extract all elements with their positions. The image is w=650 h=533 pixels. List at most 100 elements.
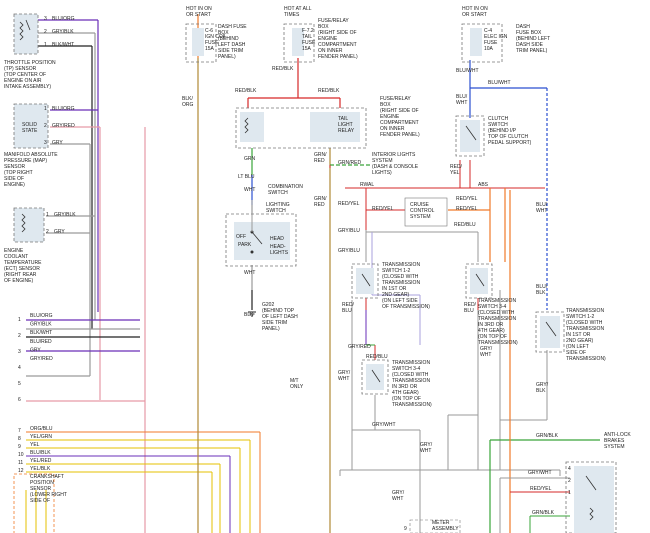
tp-pin-1: 2 [44, 29, 47, 35]
hot-label-2-1: TIMES [284, 12, 300, 18]
ect-pin-1: 2 [46, 229, 49, 235]
clutch-switch [455, 115, 485, 157]
interior-lights-label-3: LIGHTS) [372, 170, 392, 176]
wire-label-blu-blk-1: BLK [536, 290, 546, 296]
wire-label-blk: BLK [244, 312, 254, 318]
wire-label-gry-wht-c-1: WHT [420, 448, 431, 454]
map-wire-label-0: BLU/ORG [52, 106, 75, 112]
hot-label-1-1: OR START [186, 12, 211, 18]
fuse-c6-label-3: 15A [205, 46, 215, 52]
wire-label-red-blk-1: RED/BLK [272, 66, 294, 72]
tp-pin-2: 1 [44, 42, 47, 48]
bus2-num-1: 8 [18, 436, 21, 442]
ckp-label-4: SIDE OF [30, 498, 50, 504]
map-sensor-label-5: ENGINE) [4, 182, 25, 188]
bus2-label-5: YEL/BLK [30, 466, 51, 472]
abs-pin-0: 4 [568, 466, 571, 472]
wire-label-gry-wht-bottom-1: WHT [392, 496, 403, 502]
dash-fuse-box-label-5: PANEL) [218, 54, 236, 60]
tp-sensor-label-4: INTAKE ASSEMBLY) [4, 84, 51, 90]
map-pin-2: 3 [44, 140, 47, 146]
map-pin-1: 2 [44, 123, 47, 129]
ts12a-label-7: OF TRANSMISSION) [382, 304, 430, 310]
bus2-num-3: 10 [18, 452, 24, 458]
bus2-num-5: 12 [18, 468, 24, 474]
wire-label-blu-wht-3-1: WHT [456, 100, 467, 106]
wire-label-red-blu-r-1: BLU [464, 308, 474, 314]
wire-label-grn-red-3-1: RED [314, 202, 325, 208]
ts34a-label-7: TRANSMISSION) [392, 402, 432, 408]
anti-lock-brakes-label-2: SYSTEM [604, 444, 625, 450]
bus2-label-4: YEL/RED [30, 458, 52, 464]
relay-box-1-label-6: FENDER PANEL) [318, 54, 358, 60]
wiring-canvas: 321BLU/ORGGRY/BLKBLK/WHTTHROTTLE POSITIO… [4, 6, 631, 533]
bus2-num-2: 9 [18, 444, 21, 450]
ect-wire-label-0: GRY/BLK [54, 212, 76, 218]
combination-switch-label-1: SWITCH [268, 190, 288, 196]
wire-layer [25, 14, 600, 533]
bus-label-4: GRY [30, 347, 41, 353]
ts12a-switch [351, 263, 379, 299]
wire-label-red-yel-r2: RED/YEL [456, 206, 478, 212]
lighting-park-label: PARK [238, 242, 252, 248]
wire-label-gry-blu: GRY/BLU [338, 228, 360, 234]
wire-label-red-yel-c: RED/YEL [372, 206, 394, 212]
wire-label-gry-wht-right: GRY/WHT [528, 470, 552, 476]
bus-num-3: 4 [18, 365, 21, 371]
rwal-label: RWAL [360, 182, 374, 188]
wire-label-lt-blu: LT BLU [238, 174, 255, 180]
bus2-label-2: YEL [30, 442, 40, 448]
map-box-label-1: STATE [22, 128, 38, 134]
bus-num-0: 1 [18, 317, 21, 323]
wire-label-grn-red-1: RED [314, 158, 325, 164]
lighting-headlights-label-1: LIGHTS [270, 250, 289, 256]
bus-num-4: 5 [18, 381, 21, 387]
lighting-head-label: HEAD [270, 236, 284, 242]
tp-wire-label-0: BLU/ORG [52, 16, 75, 22]
ts12b-label-8: TRANSMISSION) [566, 356, 606, 362]
wire-label-gry-wht-b: GRY/WHT [372, 422, 396, 428]
map-wire-label-1: GRY/RED [52, 123, 75, 129]
wire-label-grn-blk: GRN/BLK [536, 433, 559, 439]
wire-label-wht: WHT [244, 187, 255, 193]
ect-sensor-label-5: OF ENGINE) [4, 278, 34, 284]
bus2-label-0: ORG/BLU [30, 426, 53, 432]
clutch-switch-label-4: PEDAL SUPPORT) [488, 140, 532, 146]
tp-wire-label-2: BLK/WHT [52, 42, 74, 48]
wire-label-wht-2: WHT [244, 270, 255, 276]
ect-wire-label-1: GRY [54, 229, 65, 235]
bus-label-3: BLU/RED [30, 339, 52, 345]
wire-label-grn-blk-right: GRN/BLK [532, 510, 555, 516]
wire-label-grn: GRN [244, 156, 256, 162]
cruise-control-label-2: SYSTEM [410, 214, 431, 220]
abs-module [565, 461, 617, 533]
wire-label-red-yel-right: RED/YEL [530, 486, 552, 492]
blk-org-label-1: ORG [182, 102, 194, 108]
meter-pin-label: 9 [404, 526, 407, 532]
ect-sensor [13, 207, 45, 243]
relay-box-2-label-6: FENDER PANEL) [380, 132, 420, 138]
abs-pin-2: 1 [568, 490, 571, 496]
map-wire-label-2: GRY [52, 140, 63, 146]
lighting-switch-label-1: SWITCH [266, 208, 286, 214]
ect-pin-0: 1 [46, 212, 49, 218]
wire-label-gry-wht-a-1: WHT [338, 376, 349, 382]
wiring-diagram: 3 2 1 BLU/ORG GRY/BLK BLK/WHT THROTTLE POSITIO… [0, 0, 650, 533]
wire-label-red-blu-b-1: BLU [342, 308, 352, 314]
mt-only-label-1: ONLY [290, 384, 304, 390]
wire-label-red-blu: RED/BLU [454, 222, 476, 228]
fuse-f72-label-3: 15A [302, 46, 312, 52]
bus-label-2: BLK/WHT [30, 330, 52, 336]
wire-label-grn-red-2: GRN/RED [338, 160, 361, 166]
fuse-c4-label-3: 10A [484, 46, 494, 52]
bus2-num-0: 7 [18, 428, 21, 434]
bus2-label-1: YEL/GRN [30, 434, 52, 440]
abs-pin-1: 2 [568, 478, 571, 484]
bus-label-1: GRY/BLK [30, 322, 52, 328]
bus-label-0: BLU/ORG [30, 313, 53, 319]
bus-num-5: 6 [18, 397, 21, 403]
wire-label-red-blu-c: RED/BLU [366, 354, 388, 360]
wire-label-red-yel-abs-1: YEL [450, 170, 460, 176]
wire-label-gry-wht-r-1: WHT [480, 352, 491, 358]
bus2-num-4: 11 [18, 460, 23, 466]
